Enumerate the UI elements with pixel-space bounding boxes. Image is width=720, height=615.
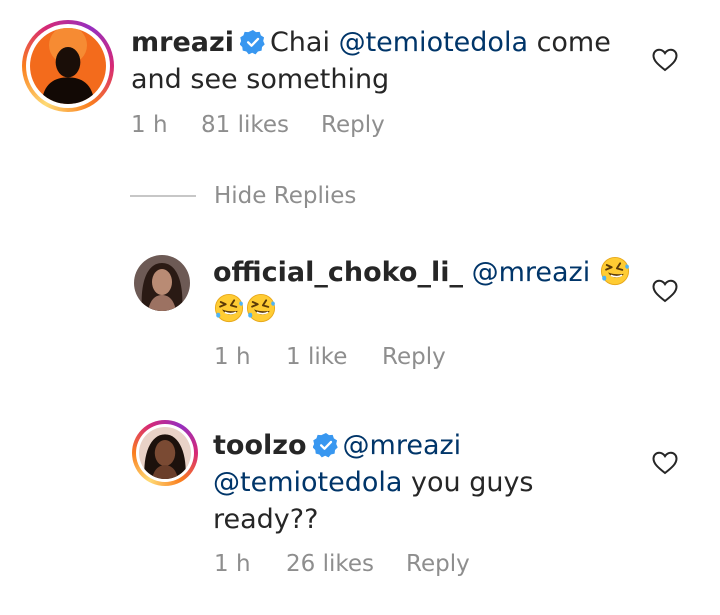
heart-outline-icon[interactable] — [652, 48, 678, 72]
likes-count[interactable]: 81 likes — [201, 112, 321, 138]
username[interactable]: mreazi — [131, 27, 234, 58]
comment-meta: 1 h 26 likes Reply — [214, 551, 470, 577]
comment-text: mreazi Chai @temiotedola come and see som… — [131, 27, 611, 95]
timestamp: 1 h — [131, 112, 168, 138]
username[interactable]: official_choko_li_ — [213, 257, 463, 288]
rolling-on-floor-laughing-emoji — [600, 256, 630, 286]
comment-text: toolzo @mreazi @temiotedola you guys ready… — [213, 430, 534, 535]
avatar[interactable] — [134, 255, 190, 311]
heart-outline-icon[interactable] — [652, 451, 678, 475]
likes-count[interactable]: 26 likes — [286, 551, 406, 577]
avatar-photo — [134, 255, 190, 311]
avatar-photo — [30, 28, 106, 104]
avatar-photo — [139, 427, 191, 479]
likes-count[interactable]: 1 like — [286, 344, 382, 370]
comment-meta: 1 h 81 likes Reply — [131, 112, 385, 138]
timestamp: 1 h — [214, 551, 251, 577]
mention-link[interactable]: @temiotedola — [339, 27, 528, 58]
timestamp: 1 h — [214, 344, 251, 370]
mention-link[interactable]: @mreazi — [472, 257, 591, 288]
rolling-on-floor-laughing-emoji — [246, 293, 276, 323]
avatar[interactable] — [22, 20, 114, 112]
heart-outline-icon[interactable] — [652, 279, 678, 303]
divider — [130, 195, 196, 197]
reply-button[interactable]: Reply — [321, 112, 385, 138]
hide-replies-toggle[interactable]: Hide Replies — [130, 183, 356, 209]
mention-link[interactable]: @mreazi — [343, 430, 462, 461]
hide-replies-label[interactable]: Hide Replies — [214, 183, 356, 209]
username[interactable]: toolzo — [213, 430, 307, 461]
mention-link[interactable]: @temiotedola — [213, 467, 402, 498]
comment-meta: 1 h 1 like Reply — [214, 344, 446, 370]
verified-badge-icon — [313, 432, 339, 458]
reply-button[interactable]: Reply — [406, 551, 470, 577]
rolling-on-floor-laughing-emoji — [214, 293, 244, 323]
reply-button[interactable]: Reply — [382, 344, 446, 370]
avatar[interactable] — [132, 420, 198, 486]
comment-text: official_choko_li_ @mreazi — [213, 254, 633, 328]
verified-badge-icon — [240, 29, 266, 55]
